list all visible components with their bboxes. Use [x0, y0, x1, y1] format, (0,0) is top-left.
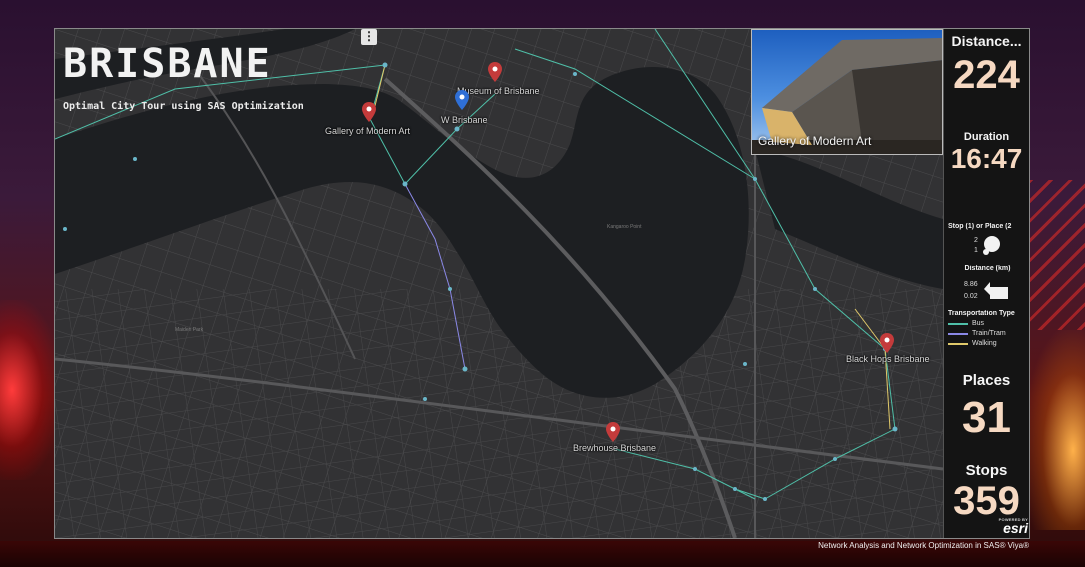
legend-label: Train/Tram	[972, 330, 1006, 337]
legend-distance-value: 0.02	[964, 293, 978, 300]
distance-title: Distance...	[951, 33, 1022, 49]
legend-stop-value: 2	[974, 237, 978, 244]
legend-stop-value: 1	[974, 247, 978, 254]
legend-item-train-tram: Train/Tram	[948, 330, 1006, 337]
legend-size-icon	[983, 236, 1000, 255]
legend-swatch	[948, 342, 968, 345]
legend-distance-value: 8.86	[964, 281, 978, 288]
distance-value: 224	[953, 53, 1020, 97]
place-photo: Gallery of Modern Art	[751, 29, 943, 155]
duration-value: 16:47	[950, 143, 1023, 174]
legend-swatch	[948, 332, 968, 335]
esri-wordmark: esri	[1003, 520, 1028, 536]
place-label-museum-of-brisbane[interactable]: Museum of Brisbane	[457, 86, 540, 96]
legend-item-bus: Bus	[948, 320, 984, 327]
place-label-black-hops-brisbane[interactable]: Black Hops Brisbane	[846, 354, 930, 364]
legend-stop-title: Stop (1) or Place (2	[948, 223, 1012, 230]
dashboard-frame: Maiden Park Kangaroo Point Museum of Bri…	[54, 28, 1030, 539]
legend-width-icon	[984, 282, 1008, 299]
more-options-icon[interactable]: ⋮	[361, 29, 377, 45]
background-light-left	[0, 300, 60, 480]
map-pin-icon[interactable]	[880, 333, 894, 353]
place-label-gallery-of-modern-art[interactable]: Gallery of Modern Art	[325, 126, 410, 136]
map-pin-icon[interactable]	[362, 102, 376, 122]
district-label: Maiden Park	[175, 327, 204, 333]
metrics-panel: Distance... 224 Duration 16:47 Stop (1) …	[943, 29, 1029, 538]
legend-distance-title: Distance (km)	[964, 265, 1011, 272]
stops-title: Stops	[965, 462, 1008, 479]
map-pin-icon[interactable]	[455, 90, 469, 110]
photo-caption: Gallery of Modern Art	[758, 134, 872, 148]
page-subtitle: Optimal City Tour using SAS Optimization	[63, 101, 304, 112]
esri-logo: POWERED BY esri	[990, 517, 1028, 536]
background-light-right	[1025, 330, 1085, 530]
background-bridge	[1029, 180, 1085, 330]
legend-label: Bus	[972, 320, 985, 327]
places-title: Places	[962, 372, 1011, 389]
map-pin-icon[interactable]	[606, 422, 620, 442]
district-label: Kangaroo Point	[607, 224, 642, 230]
place-label-w-brisbane[interactable]: W Brisbane	[441, 115, 488, 125]
places-value: 31	[962, 393, 1011, 442]
legend-transport-title: Transportation Type	[948, 310, 1015, 317]
place-label-brewhouse-brisbane[interactable]: Brewhouse Brisbane	[573, 443, 656, 453]
map-view[interactable]: Maiden Park Kangaroo Point Museum of Bri…	[55, 29, 943, 538]
legend-label: Walking	[972, 340, 997, 347]
legend-item-walking: Walking	[948, 340, 997, 347]
duration-title: Duration	[963, 131, 1010, 143]
legend-swatch	[948, 322, 968, 325]
page-title: BRISBANE	[63, 41, 272, 87]
footer-caption: Network Analysis and Network Optimizatio…	[818, 541, 1029, 550]
map-pin-icon[interactable]	[488, 62, 502, 82]
